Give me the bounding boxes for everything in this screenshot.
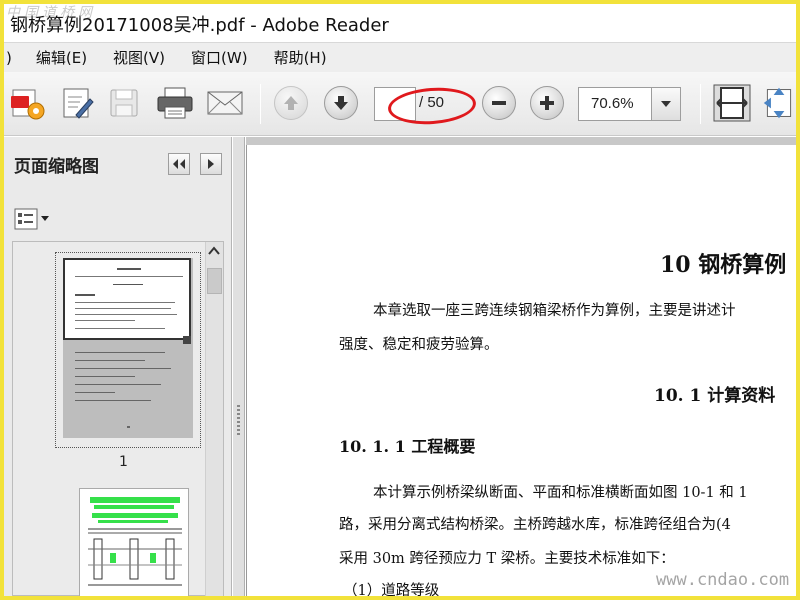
save-button[interactable]: [104, 84, 144, 122]
toolbar-separator: [260, 84, 261, 124]
watermark-bottom: www.cndao.com: [656, 570, 790, 590]
menu-item-window[interactable]: 窗口(W): [177, 47, 260, 68]
fit-page-button[interactable]: [712, 84, 752, 122]
chevron-down-icon: [661, 101, 671, 107]
sign-button[interactable]: [58, 84, 98, 122]
create-pdf-button[interactable]: [8, 84, 48, 122]
print-icon: [157, 87, 193, 119]
paragraph-line: 本章选取一座三跨连续钢箱梁桥作为算例，主要是讲述计: [373, 303, 736, 319]
menu-item-help[interactable]: 帮助(H): [260, 47, 339, 68]
list-item: （1）道路等级: [343, 583, 440, 596]
toolbar-separator: [700, 84, 701, 124]
pane-splitter[interactable]: [233, 137, 245, 596]
collapse-pane-button[interactable]: [168, 153, 190, 175]
visible-area-box[interactable]: [63, 258, 191, 344]
thumbnail-preview-image: [88, 497, 182, 586]
save-icon: [110, 89, 138, 117]
email-icon: [207, 91, 243, 115]
print-button[interactable]: [154, 84, 196, 122]
next-page-button[interactable]: [322, 84, 360, 122]
paragraph-line: 本计算示例桥梁纵断面、平面和标准横断面如图 10-1 和 1: [373, 485, 748, 501]
toolbar: / 50 70.6%: [4, 72, 796, 136]
fit-page-icon: [713, 84, 751, 122]
paragraph-line: 采用 30m 跨径预应力 T 梁桥。主要技术标准如下：: [339, 551, 675, 567]
zoom-dropdown-button[interactable]: [651, 87, 681, 121]
document-view[interactable]: 10 钢桥算例 本章选取一座三跨连续钢箱梁桥作为算例，主要是讲述计 强度、稳定和…: [246, 137, 796, 596]
fit-width-icon: [763, 87, 792, 119]
paragraph-line: 强度、稳定和疲劳验算。: [339, 337, 499, 353]
page-thumbnail-1[interactable]: [63, 258, 193, 438]
page-thumbnail-2[interactable]: [79, 488, 189, 596]
splitter-grip: [237, 405, 240, 435]
thumbnail-scrollbar[interactable]: [205, 242, 223, 596]
zoom-in-button[interactable]: [528, 84, 566, 122]
chapter-title: 10 钢桥算例: [660, 252, 787, 278]
title-bar: 钢桥算例20171008吴冲.pdf - Adobe Reader: [4, 4, 796, 40]
subsection-title: 10. 1. 1 工程概要: [339, 437, 476, 456]
chevron-down-icon: [41, 216, 49, 221]
arrow-up-icon: [274, 86, 308, 120]
menu-item-edit[interactable]: 编辑(E): [22, 47, 99, 68]
paragraph-line: 路，采用分离式结构桥梁。主桥跨越水库，标准跨径组合为(4: [339, 517, 731, 533]
pane-title: 页面缩略图: [14, 157, 99, 177]
minus-icon: [482, 86, 516, 120]
menu-item-view-partial[interactable]: ): [4, 49, 22, 67]
previous-page-button[interactable]: [272, 84, 310, 122]
thumbnail-options-button[interactable]: [14, 207, 54, 231]
menu-bar: ) 编辑(E) 视图(V) 窗口(W) 帮助(H): [4, 42, 796, 72]
scroll-up-arrow-icon[interactable]: [208, 246, 220, 256]
scrollbar-thumb[interactable]: [207, 268, 222, 294]
section-title: 10. 1 计算资料: [654, 386, 776, 406]
double-chevron-left-icon: [173, 159, 185, 169]
menu-item-view[interactable]: 视图(V): [99, 47, 177, 68]
create-pdf-icon: [11, 89, 45, 120]
fit-width-button[interactable]: [762, 84, 796, 122]
chevron-right-icon: [208, 159, 214, 169]
zoom-out-button[interactable]: [480, 84, 518, 122]
app-window: 钢桥算例20171008吴冲.pdf - Adobe Reader 中国道桥网 …: [4, 4, 796, 596]
arrow-down-icon: [324, 86, 358, 120]
zoom-level-input[interactable]: 70.6%: [578, 87, 652, 121]
watermark-top: 中国道桥网: [6, 5, 96, 21]
email-button[interactable]: [204, 84, 246, 122]
thumbnails-pane: 页面缩略图 1: [4, 137, 232, 596]
plus-icon: [530, 86, 564, 120]
thumbnail-page-number: 1: [119, 454, 128, 470]
resize-handle[interactable]: [183, 336, 191, 344]
document-page: 10 钢桥算例 本章选取一座三跨连续钢箱梁桥作为算例，主要是讲述计 强度、稳定和…: [246, 145, 796, 596]
sign-icon: [63, 88, 94, 119]
expand-pane-button[interactable]: [200, 153, 222, 175]
options-list-icon: [14, 208, 38, 230]
thumbnail-list[interactable]: 1: [12, 241, 224, 596]
